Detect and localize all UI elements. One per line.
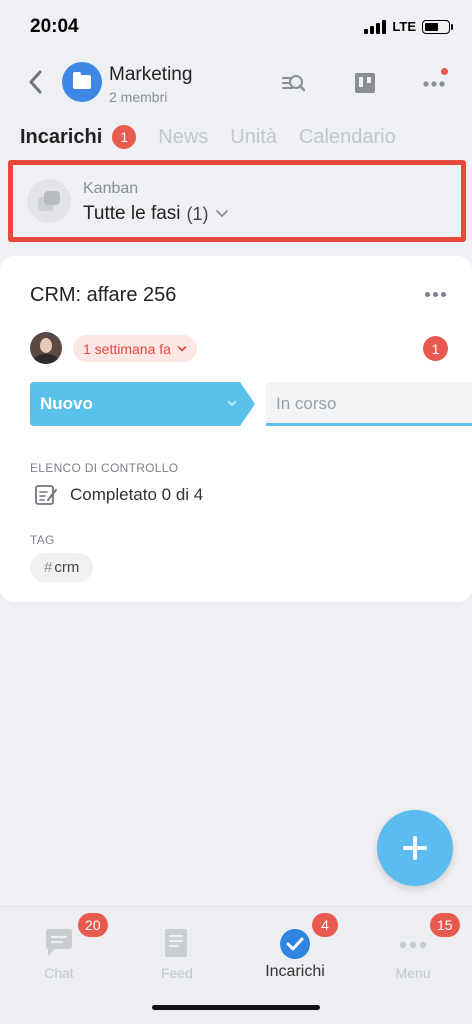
tab-badge: 1 bbox=[112, 125, 137, 149]
status-time: 20:04 bbox=[30, 16, 79, 37]
folder-icon bbox=[73, 72, 91, 89]
task-title[interactable]: CRM: affare 256 bbox=[30, 284, 176, 307]
card-more-icon[interactable] bbox=[425, 292, 446, 297]
group-tabs: Incarichi 1 News Unità Calendario bbox=[20, 120, 396, 154]
home-indicator[interactable] bbox=[152, 1005, 320, 1010]
tag-text: crm bbox=[54, 559, 80, 576]
nav-label: Feed bbox=[161, 965, 193, 981]
tab-unita[interactable]: Unità bbox=[230, 126, 277, 149]
status-indicators: LTE bbox=[364, 19, 453, 34]
chat-badge: 20 bbox=[78, 913, 108, 937]
comments-badge[interactable]: 1 bbox=[423, 336, 448, 361]
search-tasks-icon[interactable] bbox=[279, 70, 305, 96]
nav-chat[interactable]: 20 Chat bbox=[0, 913, 118, 987]
menu-badge: 15 bbox=[430, 913, 460, 937]
checklist-row[interactable]: Completato 0 di 4 bbox=[34, 484, 203, 506]
checklist-section-label: ELENCO DI CONTROLLO bbox=[30, 461, 179, 475]
chevron-down-icon bbox=[215, 210, 228, 218]
group-avatar[interactable] bbox=[62, 62, 102, 102]
stage-count: (1) bbox=[186, 203, 209, 224]
tasks-check-icon bbox=[280, 929, 310, 959]
deadline-badge[interactable]: 1 settimana fa bbox=[73, 335, 197, 362]
battery-icon bbox=[422, 19, 453, 34]
task-card[interactable]: CRM: affare 256 1 settimana fa 1 Nuovo I… bbox=[0, 256, 472, 602]
responsible-avatar[interactable] bbox=[30, 332, 62, 364]
checklist-icon bbox=[35, 485, 57, 505]
back-icon[interactable] bbox=[24, 68, 48, 96]
nav-label: Chat bbox=[44, 965, 74, 981]
tag-chip[interactable]: # crm bbox=[30, 553, 94, 582]
stage-next[interactable]: In corso bbox=[266, 382, 472, 426]
group-members-count[interactable]: 2 membri bbox=[109, 89, 167, 105]
nav-feed[interactable]: Feed bbox=[118, 925, 236, 987]
chat-icon bbox=[46, 929, 72, 956]
add-task-button[interactable] bbox=[377, 810, 453, 886]
chevron-down-icon bbox=[177, 345, 187, 352]
checklist-text: Completato 0 di 4 bbox=[70, 485, 204, 504]
nav-menu[interactable]: 15 Menu bbox=[354, 913, 472, 987]
nav-label: Menu bbox=[395, 965, 431, 981]
tags-section-label: TAG bbox=[30, 533, 55, 547]
tab-calendario[interactable]: Calendario bbox=[299, 126, 396, 149]
kanban-view-icon[interactable] bbox=[352, 70, 378, 96]
tab-news[interactable]: News bbox=[158, 126, 208, 149]
tab-label: News bbox=[158, 125, 209, 148]
group-title[interactable]: Marketing bbox=[109, 64, 192, 86]
kanban-stage-selector[interactable]: Kanban Tutte le fasi (1) bbox=[8, 160, 466, 242]
stage-filter-text: Tutte le fasi bbox=[83, 203, 181, 224]
tab-label: Calendario bbox=[298, 125, 396, 148]
stage-current-label: Nuovo bbox=[40, 394, 93, 413]
kanban-stage-value[interactable]: Tutte le fasi (1) bbox=[83, 203, 229, 225]
group-header: Marketing 2 membri bbox=[0, 56, 472, 108]
signal-icon bbox=[364, 19, 387, 34]
tab-label: Incarichi bbox=[20, 125, 103, 148]
hash-icon: # bbox=[44, 559, 53, 576]
stage-next-label: In corso bbox=[276, 394, 337, 413]
kanban-cards-icon bbox=[27, 179, 71, 223]
status-bar: 20:04 LTE bbox=[0, 0, 472, 56]
menu-dots-icon bbox=[399, 941, 427, 949]
nav-label: Incarichi bbox=[265, 963, 325, 980]
notification-dot bbox=[441, 68, 448, 75]
feed-icon bbox=[165, 929, 187, 957]
stage-current[interactable]: Nuovo bbox=[30, 382, 255, 426]
tasks-badge: 4 bbox=[312, 913, 338, 937]
kanban-label: Kanban bbox=[83, 180, 139, 197]
nav-incarichi[interactable]: 4 Incarichi bbox=[236, 913, 354, 987]
deadline-text: 1 settimana fa bbox=[83, 340, 171, 357]
tab-incarichi[interactable]: Incarichi 1 bbox=[20, 125, 137, 149]
tab-label: Unità bbox=[230, 125, 277, 148]
network-type: LTE bbox=[392, 19, 416, 34]
